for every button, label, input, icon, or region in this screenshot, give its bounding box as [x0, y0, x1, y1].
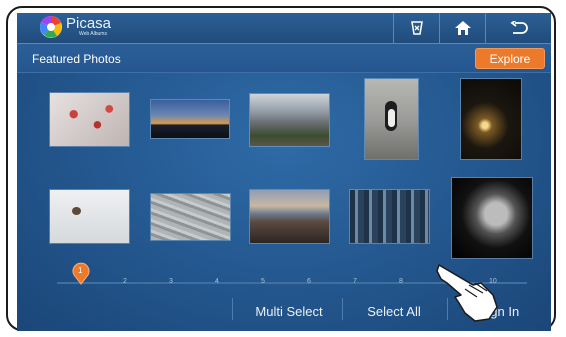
- timeline-thumb-label: 1: [78, 266, 83, 275]
- timeline-tick: 2: [123, 278, 127, 285]
- timeline-tick: 3: [169, 278, 173, 285]
- photo-tile[interactable]: [151, 194, 230, 240]
- top-bar: Picasa Web Albums: [17, 13, 551, 44]
- app-subtitle: Web Albums: [79, 31, 107, 37]
- photo-tile[interactable]: [151, 100, 229, 138]
- photo-tile[interactable]: [50, 93, 129, 146]
- glass-icon: [410, 21, 423, 35]
- timeline-tick: 4: [215, 278, 219, 285]
- hand-pointer-icon: [436, 264, 498, 322]
- photo-tile[interactable]: [250, 190, 329, 243]
- timeline-tick: 6: [307, 278, 311, 285]
- photo-tile[interactable]: [350, 190, 429, 243]
- timeline-tick: 7: [353, 278, 357, 285]
- divider: [342, 298, 343, 320]
- tv-screen: Picasa Web Albums Featured Photos Explor…: [17, 13, 551, 331]
- back-icon: [510, 21, 528, 34]
- photo-tile[interactable]: [452, 178, 532, 258]
- timeline-tick: 8: [399, 278, 403, 285]
- photo-tile[interactable]: [365, 79, 418, 159]
- photo-tile[interactable]: [50, 190, 129, 243]
- timeline-thumb[interactable]: 1: [71, 261, 91, 285]
- explore-button[interactable]: Explore: [475, 48, 545, 69]
- divider: [232, 298, 233, 320]
- app-title: Picasa: [66, 15, 112, 32]
- photo-tile[interactable]: [250, 94, 329, 146]
- home-icon: [454, 21, 471, 35]
- select-all-button[interactable]: Select All: [347, 299, 441, 323]
- home-button[interactable]: [439, 13, 485, 43]
- picasa-logo-icon: [40, 15, 62, 38]
- photo-tile[interactable]: [461, 79, 521, 159]
- timeline-tick: 5: [261, 278, 265, 285]
- glass-button[interactable]: [393, 13, 439, 43]
- multi-select-button[interactable]: Multi Select: [237, 299, 341, 323]
- back-button[interactable]: [485, 13, 551, 43]
- section-title: Featured Photos: [32, 52, 121, 66]
- section-bar: Featured Photos Explore: [17, 44, 551, 73]
